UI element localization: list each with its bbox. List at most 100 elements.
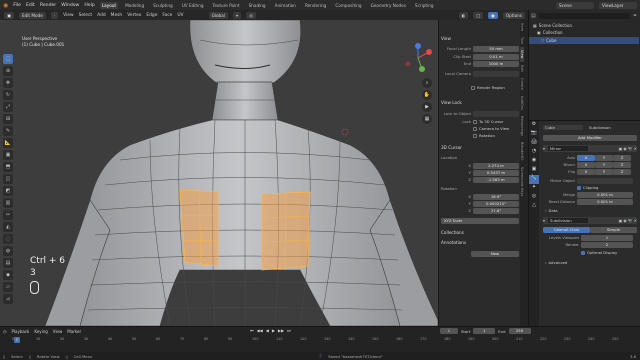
outliner-search-input[interactable]	[538, 13, 630, 19]
data-expand-icon[interactable]: ›	[545, 208, 547, 213]
focal-length-field[interactable]: 50 mm	[473, 45, 519, 52]
navigation-gizmo[interactable]	[402, 42, 434, 74]
sidebar-tab-retopology[interactable]: Retopology	[520, 113, 524, 139]
menu-render[interactable]: Render	[40, 3, 56, 8]
cursor-rotation-x[interactable]: 16.9°	[473, 193, 519, 200]
transform-orientation-selector[interactable]: Global	[208, 11, 228, 19]
cursor-rotation-z[interactable]: 27.6°	[473, 207, 519, 214]
scene-selector[interactable]: Scene	[556, 1, 594, 9]
camera-to-view-checkbox[interactable]	[473, 126, 477, 131]
subsurf-expand-icon[interactable]: ▾	[543, 218, 545, 223]
render-props-icon[interactable]: 📷	[529, 130, 539, 139]
section-annotations[interactable]: Annotations	[441, 240, 519, 245]
sidebar-tab-edit[interactable]: Edit	[520, 62, 524, 75]
render-region-checkbox[interactable]	[471, 85, 475, 90]
perspective-toggle-icon[interactable]: ▦	[422, 114, 432, 124]
loop-cut-icon[interactable]: ▥	[3, 198, 13, 208]
menu-help[interactable]: Help	[84, 3, 94, 8]
play-reverse-icon[interactable]: ◀	[266, 328, 269, 333]
3d-viewport[interactable]: User Perspective (1) Cube | Cube.001 ⬚ ⊕…	[0, 20, 438, 326]
sidebar-tab-addons[interactable]: AddOns	[520, 93, 524, 113]
data-props-icon[interactable]: △	[529, 202, 539, 211]
edge-slide-icon[interactable]: ▤	[3, 258, 13, 268]
clip-end-field[interactable]: 1000 m	[473, 60, 519, 67]
flip-y-toggle[interactable]: Y	[595, 168, 613, 175]
workspace-tab-animation[interactable]: Animation	[273, 2, 298, 9]
smooth-icon[interactable]: ◍	[3, 246, 13, 256]
zoom-view-icon[interactable]: ⌕	[422, 78, 432, 88]
measure-icon[interactable]: 📐	[3, 138, 13, 148]
add-cube-icon[interactable]: ▣	[3, 150, 13, 160]
outliner-item-cube[interactable]: ▽ Cube	[529, 37, 639, 44]
sidebar-tab-item[interactable]: Item	[520, 20, 524, 34]
workspace-tab-geometry-nodes[interactable]: Geometry Nodes	[369, 2, 408, 9]
jump-end-icon[interactable]: ⏭	[287, 328, 291, 333]
local-camera-field[interactable]	[473, 70, 519, 77]
shear-icon[interactable]: ▱	[3, 282, 13, 292]
outliner-item-collection[interactable]: ▣ Collection	[537, 30, 563, 35]
mode-selector[interactable]: Edit Mode	[18, 11, 46, 19]
menu-file[interactable]: File	[13, 3, 21, 8]
levels-viewport-field[interactable]: 1	[581, 234, 633, 241]
menu-uv[interactable]: UV	[177, 13, 183, 18]
play-icon[interactable]: ▶	[272, 328, 275, 333]
data-subpanel-label[interactable]: Data	[549, 208, 558, 213]
physics-props-icon[interactable]: ◎	[529, 193, 539, 202]
output-props-icon[interactable]: 🖨	[529, 139, 539, 148]
catmull-clark-toggle[interactable]: Catmull-Clark	[543, 226, 590, 233]
rotation-lock-checkbox[interactable]	[473, 133, 477, 138]
advanced-subpanel-label[interactable]: Advanced	[549, 260, 568, 265]
particles-props-icon[interactable]: ✦	[529, 184, 539, 193]
cursor-location-z[interactable]: -1.563 m	[473, 176, 519, 183]
bisect-x-toggle[interactable]: X	[577, 161, 595, 168]
options-button[interactable]: Options	[502, 11, 525, 19]
inset-icon[interactable]: ◫	[3, 174, 13, 184]
subsurf-visibility-icons[interactable]: ▣ ◉ 📷 ✕	[619, 218, 637, 223]
vertex-select-icon[interactable]: ·	[50, 11, 59, 19]
scale-icon[interactable]: ⤢	[3, 102, 13, 112]
transform-icon[interactable]: ⊞	[3, 114, 13, 124]
menu-vertex[interactable]: Vertex	[127, 13, 141, 18]
section-3d-cursor[interactable]: 3D Cursor	[441, 145, 519, 150]
sidebar-tab-screencast[interactable]: Screencast Keys	[520, 164, 524, 199]
pan-view-icon[interactable]: ✋	[422, 90, 432, 100]
timeline-menu-view[interactable]: View	[53, 329, 63, 334]
rotation-mode-select[interactable]: XYZ Euler	[441, 217, 519, 224]
cursor-location-x[interactable]: 2.274 m	[473, 162, 519, 169]
workspace-tab-modeling[interactable]: Modeling	[123, 2, 146, 9]
xray-icon[interactable]: ▢	[473, 11, 484, 19]
menu-mesh[interactable]: Mesh	[111, 13, 123, 18]
end-frame-field[interactable]: 250	[508, 328, 531, 334]
rotate-icon[interactable]: ↻	[3, 90, 13, 100]
cursor-location-y[interactable]: 0.5437 m	[473, 169, 519, 176]
mirror-object-field[interactable]	[577, 177, 633, 184]
workspace-tab-texture-paint[interactable]: Texture Paint	[211, 2, 242, 9]
timeline-menu-marker[interactable]: Marker	[67, 329, 81, 334]
sidebar-tab-view[interactable]: View	[520, 47, 524, 62]
blender-logo-icon[interactable]: ◉	[3, 2, 8, 9]
workspace-tab-layout[interactable]: Layout	[99, 1, 119, 9]
menu-view[interactable]: View	[63, 13, 73, 18]
editor-type-icon[interactable]: ▣	[4, 11, 14, 19]
select-box-icon[interactable]: ⬚	[3, 54, 13, 64]
scene-props-icon[interactable]: ◔	[529, 148, 539, 157]
bisect-z-toggle[interactable]: Z	[613, 161, 631, 168]
mirror-axis-x-toggle[interactable]: X	[577, 154, 595, 161]
outliner-filter-icon[interactable]: ▤	[531, 13, 536, 19]
workspace-tab-compositing[interactable]: Compositing	[333, 2, 363, 9]
menu-add[interactable]: Add	[97, 13, 106, 18]
workspace-tab-sculpting[interactable]: Sculpting	[151, 2, 175, 9]
mirror-modifier-name[interactable]: Mirror	[547, 146, 588, 151]
proportional-edit-icon[interactable]: ◎	[246, 11, 256, 19]
workspace-tab-uv-editing[interactable]: UV Editing	[180, 2, 206, 9]
rip-icon[interactable]: ⊿	[3, 294, 13, 304]
extrude-icon[interactable]: ⬒	[3, 162, 13, 172]
workspace-tab-shading[interactable]: Shading	[247, 2, 268, 9]
sidebar-tab-create[interactable]: Create	[520, 75, 524, 93]
bisect-y-toggle[interactable]: Y	[595, 161, 613, 168]
flip-x-toggle[interactable]: X	[577, 168, 595, 175]
section-view-lock[interactable]: View Lock	[441, 100, 519, 105]
to-3d-cursor-checkbox[interactable]	[473, 119, 477, 124]
optimal-display-checkbox[interactable]	[581, 250, 585, 255]
menu-edit[interactable]: Edit	[26, 3, 35, 8]
